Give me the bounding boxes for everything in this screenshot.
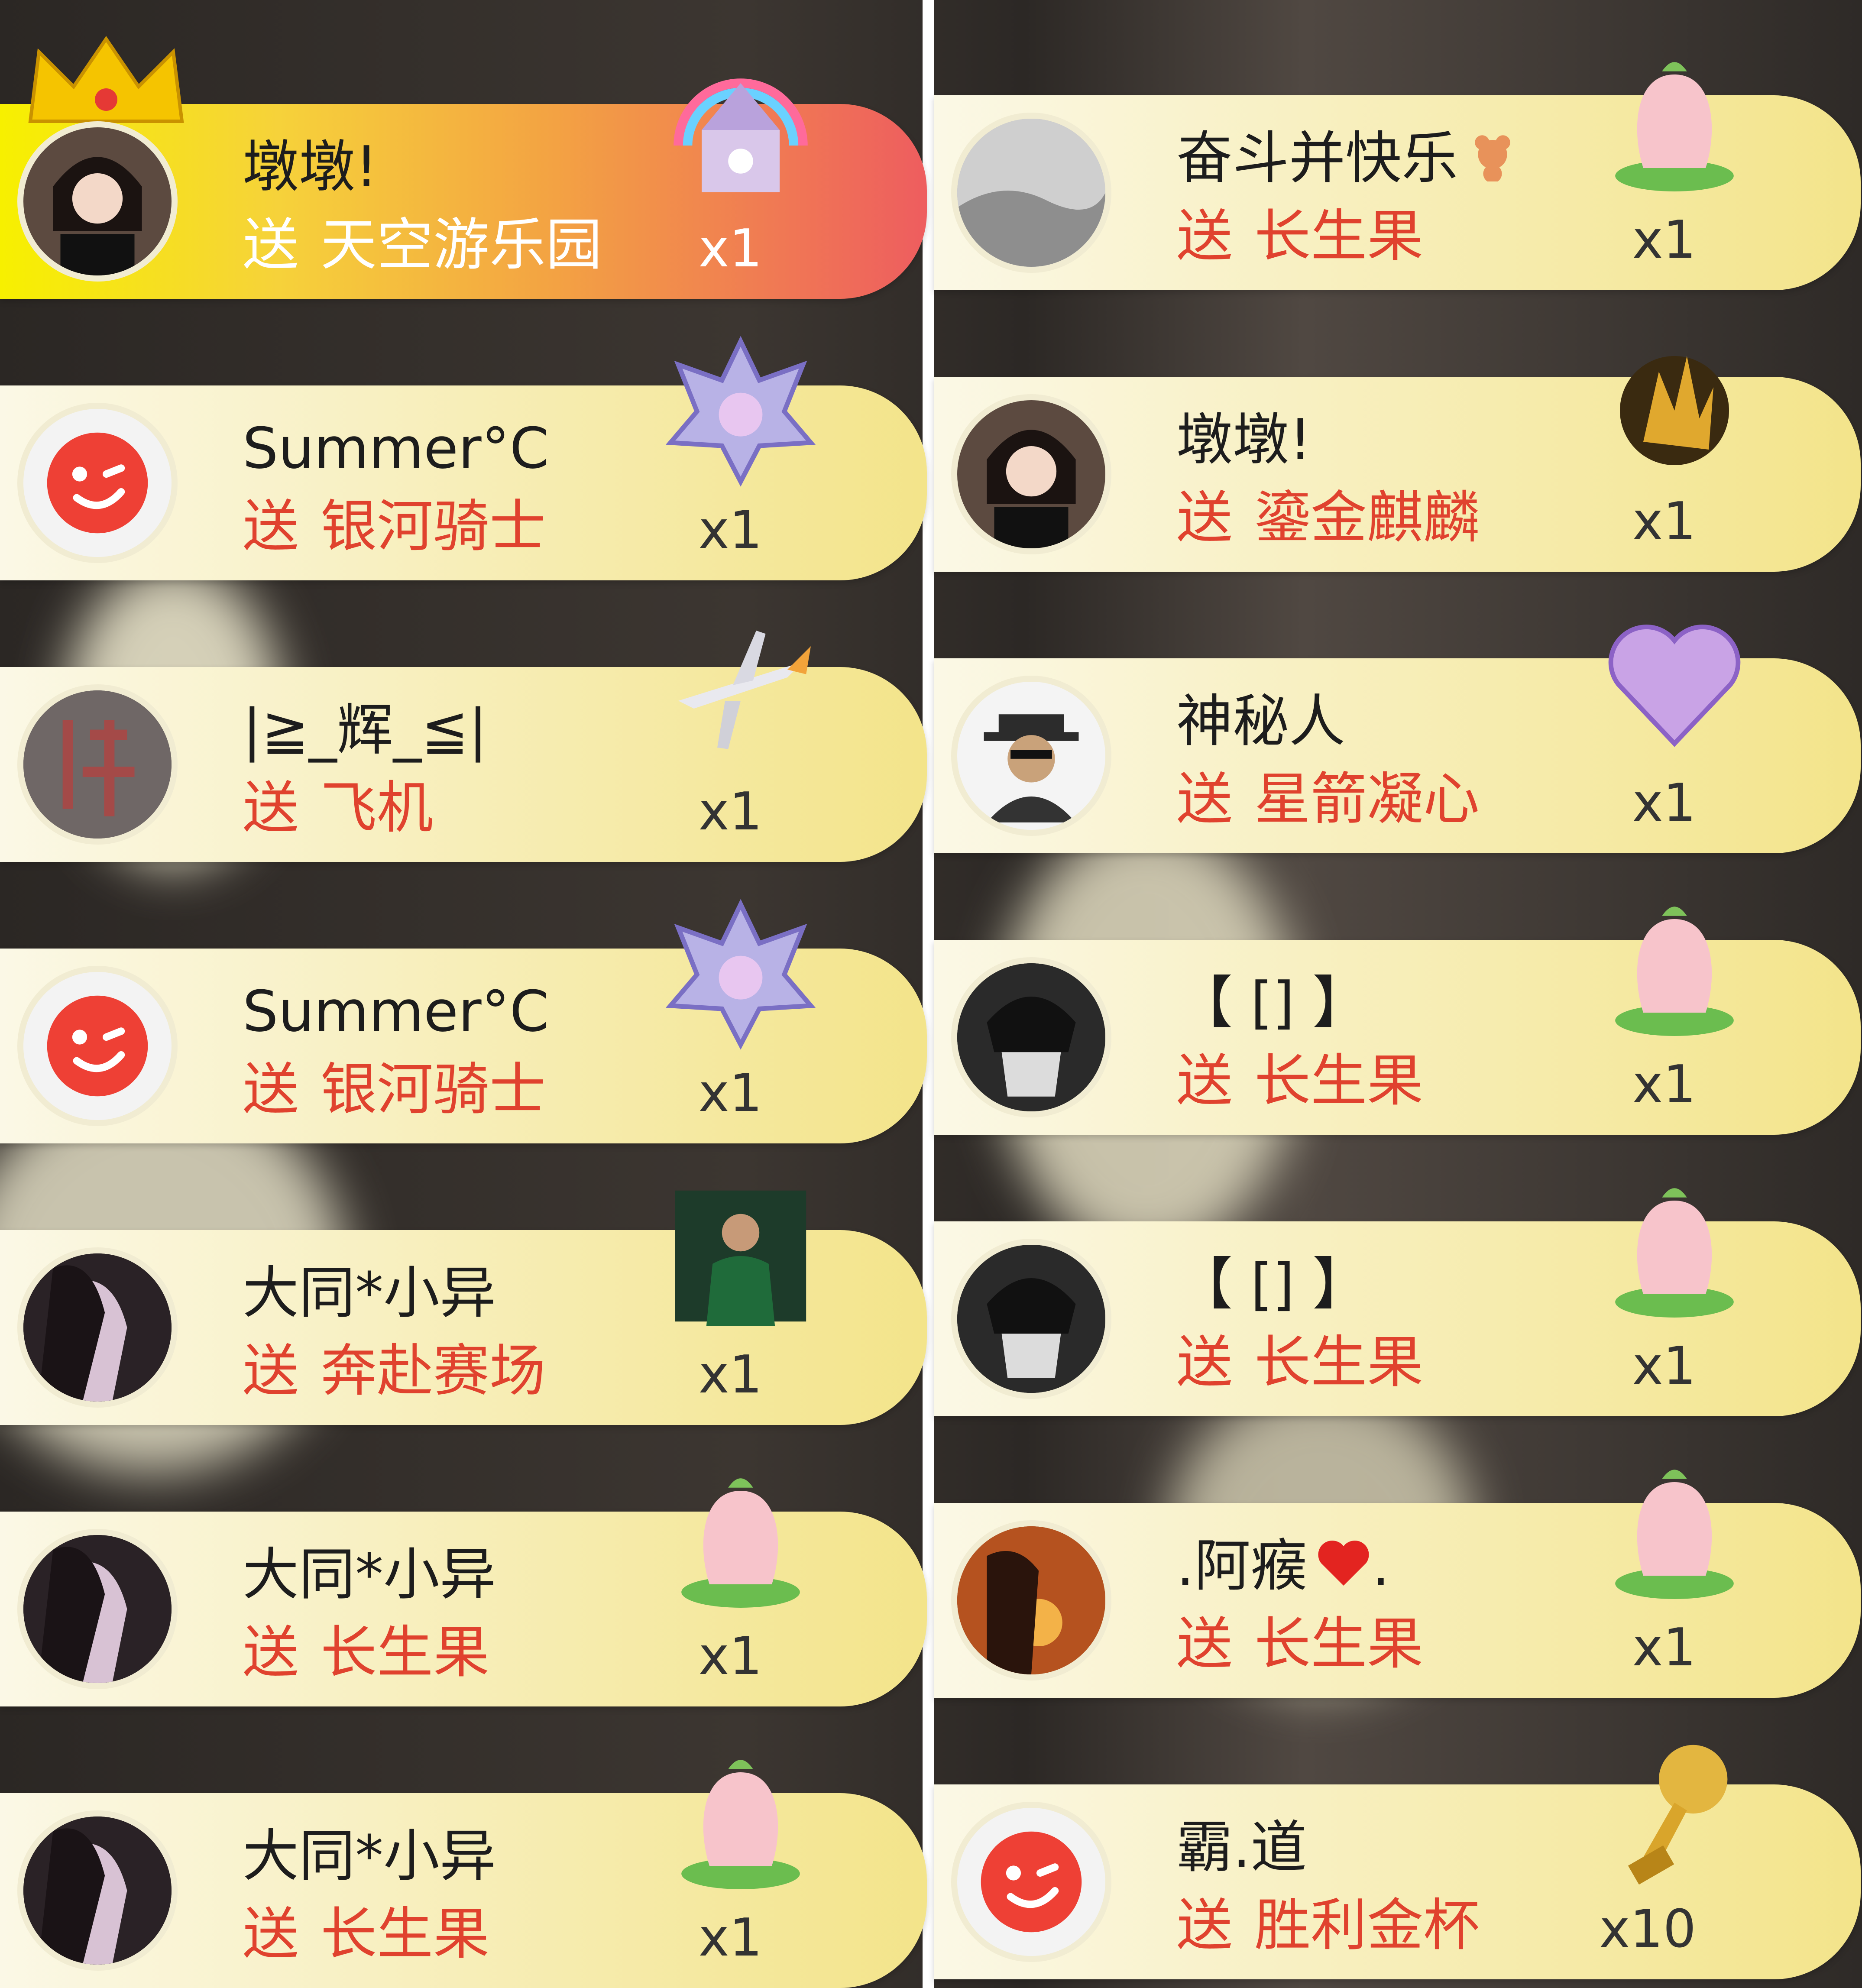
username: 【 [] 】 xyxy=(1176,970,1369,1036)
woman-avatar-icon[interactable] xyxy=(17,1529,178,1689)
golden-kirin-icon xyxy=(1596,325,1752,481)
gift-count: x1 xyxy=(698,782,762,842)
gift-message-row[interactable]: 神秘人 送星箭凝心 x1 xyxy=(934,625,1861,853)
gift-line: 送长生果 xyxy=(1176,1048,1424,1114)
heart-crystal-icon xyxy=(1596,606,1752,762)
gift-count: x1 xyxy=(1632,1055,1696,1115)
masked-boy-avatar-icon[interactable] xyxy=(951,957,1111,1117)
crown-icon xyxy=(28,36,184,123)
username: 大同*小异 xyxy=(243,1260,496,1326)
gift-message-row[interactable]: 墩墩! 送天空游乐园 x1 xyxy=(0,36,927,299)
gift-message-row[interactable]: .阿瘊. 送长生果 x1 xyxy=(934,1470,1861,1698)
gift-line: 送长生果 xyxy=(1176,1329,1424,1395)
gift-message-row[interactable]: 奋斗并快乐 送长生果 x1 xyxy=(934,62,1861,290)
username: Summer°C xyxy=(243,978,549,1044)
gift-count: x1 xyxy=(1632,1336,1696,1396)
wink-face-avatar-icon[interactable] xyxy=(17,403,178,563)
gift-line: 送胜利金杯 xyxy=(1176,1892,1480,1958)
gift-message-row[interactable]: Summer°C 送银河骑士 x1 xyxy=(0,336,927,580)
gift-count: x10 xyxy=(1599,1899,1696,1959)
username: |≧_辉_≦| xyxy=(243,697,488,763)
gift-message-row[interactable]: 墩墩! 送鎏金麒麟 x1 xyxy=(934,356,1861,572)
galaxy-knight-emblem-icon xyxy=(663,333,819,489)
sky-amusement-park-icon xyxy=(663,52,819,208)
username: 墩墩! xyxy=(243,134,378,200)
peach-fruit-icon xyxy=(1596,888,1752,1044)
wink-face-avatar-icon[interactable] xyxy=(17,966,178,1126)
gift-line: 送银河骑士 xyxy=(243,1056,546,1122)
username: 墩墩! xyxy=(1176,407,1312,473)
gift-line: 送鎏金麒麟 xyxy=(1176,485,1480,550)
gift-feed-left: 墩墩! 送天空游乐园 x1 Summer°C 送银河骑士 x1 |≧_辉_≦| … xyxy=(0,0,927,1988)
woman-avatar-icon[interactable] xyxy=(17,1810,178,1971)
mystery-man-avatar-icon[interactable] xyxy=(951,676,1111,836)
gift-count: x1 xyxy=(1632,210,1696,270)
calligraphy-avatar-icon[interactable] xyxy=(17,684,178,845)
girl-avatar-icon[interactable] xyxy=(17,121,178,282)
gift-line: 送长生果 xyxy=(1176,203,1424,269)
gift-count: x1 xyxy=(698,1908,762,1968)
gift-line: 送飞机 xyxy=(243,775,434,841)
username: Summer°C xyxy=(243,415,549,481)
bear-badge-icon xyxy=(1467,130,1519,194)
gift-count: x1 xyxy=(1632,1618,1696,1678)
username: 霸.道 xyxy=(1176,1814,1307,1880)
gift-feed-right: 奋斗并快乐 送长生果 x1 墩墩! 送鎏金麒麟 x1 神秘人 送星箭凝心 x1 … xyxy=(934,0,1861,1988)
gift-message-row[interactable]: 【 [] 】 送长生果 x1 xyxy=(934,1188,1861,1416)
gift-line: 送长生果 xyxy=(243,1619,490,1685)
gift-line: 送长生果 xyxy=(243,1901,490,1967)
gift-count: x1 xyxy=(698,1626,762,1687)
gift-count: x1 xyxy=(698,1063,762,1124)
gift-line: 送天空游乐园 xyxy=(243,212,602,278)
gift-message-row[interactable]: 【 [] 】 送长生果 x1 xyxy=(934,907,1861,1135)
peach-fruit-icon xyxy=(1596,43,1752,199)
peach-fruit-icon xyxy=(1596,1169,1752,1325)
gift-message-row[interactable]: |≧_辉_≦| 送飞机 x1 xyxy=(0,631,927,862)
gift-message-row[interactable]: 大同*小异 送奔赴赛场 x1 xyxy=(0,1190,927,1425)
gift-count: x1 xyxy=(698,219,762,279)
peach-fruit-icon xyxy=(1596,1451,1752,1607)
red-heart-icon xyxy=(1315,1537,1372,1602)
username: 大同*小异 xyxy=(243,1541,496,1607)
gift-message-row[interactable]: 大同*小异 送长生果 x1 xyxy=(0,1760,927,1988)
username: 大同*小异 xyxy=(243,1823,496,1889)
gift-message-row[interactable]: 霸.道 送胜利金杯 x10 xyxy=(934,1745,1861,1979)
gift-message-row[interactable]: Summer°C 送银河骑士 x1 xyxy=(0,899,927,1143)
wink-face-avatar-icon[interactable] xyxy=(951,1802,1111,1962)
airplane-icon xyxy=(663,615,819,771)
peach-fruit-icon xyxy=(663,1460,819,1616)
peach-fruit-icon xyxy=(663,1741,819,1897)
sunset-avatar-icon[interactable] xyxy=(951,1520,1111,1680)
gift-line: 送奔赴赛场 xyxy=(243,1338,546,1404)
gift-line: 送长生果 xyxy=(1176,1611,1424,1677)
username: .阿瘊. xyxy=(1176,1533,1390,1602)
gift-count: x1 xyxy=(698,500,762,560)
gift-line: 送星箭凝心 xyxy=(1176,766,1480,832)
gift-message-row[interactable]: 大同*小异 送长生果 x1 xyxy=(0,1478,927,1706)
golden-trophy-icon xyxy=(1596,1732,1752,1888)
cloud-avatar-icon[interactable] xyxy=(951,113,1111,273)
woman-avatar-icon[interactable] xyxy=(17,1247,178,1408)
gift-count: x1 xyxy=(698,1345,762,1405)
girl-avatar-icon[interactable] xyxy=(951,394,1111,554)
masked-boy-avatar-icon[interactable] xyxy=(951,1239,1111,1399)
username: 神秘人 xyxy=(1176,688,1346,754)
username: 【 [] 】 xyxy=(1176,1251,1369,1317)
galaxy-knight-emblem-icon xyxy=(663,897,819,1052)
gift-count: x1 xyxy=(1632,492,1696,552)
gift-count: x1 xyxy=(1632,773,1696,833)
username: 奋斗并快乐 xyxy=(1176,126,1519,194)
gift-line: 送银河骑士 xyxy=(243,493,546,559)
soccer-player-icon xyxy=(663,1178,819,1334)
